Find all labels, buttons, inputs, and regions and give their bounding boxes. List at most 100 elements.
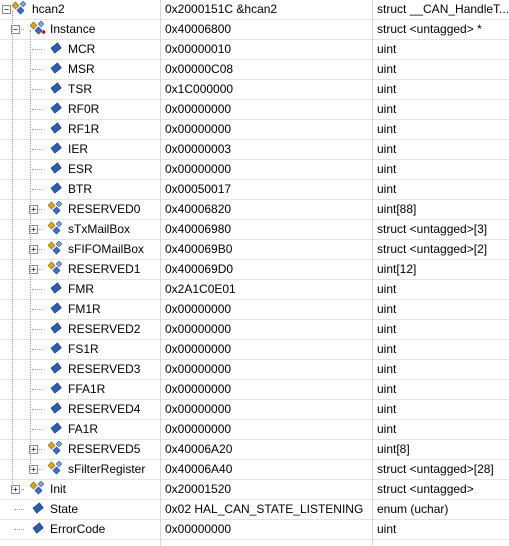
watch-row[interactable]: RESERVED4 0x00000000 uint bbox=[0, 400, 509, 420]
variable-name: TSR bbox=[68, 82, 92, 96]
watch-row[interactable]: − hcan2 0x2000151C &hcan2 struct __CAN_Hand… bbox=[0, 0, 509, 20]
field-icon bbox=[48, 321, 64, 337]
name-cell: + RESERVED0 bbox=[0, 200, 160, 219]
type-cell: uint[12] bbox=[377, 262, 417, 276]
watch-row[interactable]: FA1R 0x00000000 uint bbox=[0, 420, 509, 440]
value-cell[interactable]: 0x00000003 bbox=[161, 140, 372, 159]
struct-icon bbox=[29, 480, 46, 497]
field-icon bbox=[48, 401, 64, 417]
watch-row[interactable]: State 0x02 HAL_CAN_STATE_LISTENING enum (u… bbox=[0, 500, 509, 520]
value-cell[interactable]: 0x00000000 bbox=[161, 320, 372, 339]
variable-name: FM1R bbox=[68, 302, 101, 316]
type-cell: uint bbox=[377, 42, 397, 56]
variable-name: MCR bbox=[68, 42, 96, 56]
value-cell[interactable]: 0x00000010 bbox=[161, 40, 372, 59]
tree-connector bbox=[32, 329, 42, 330]
type-cell: uint bbox=[377, 322, 397, 336]
value-cell[interactable]: 0x20001520 bbox=[161, 480, 372, 499]
value-cell[interactable]: 0x00000000 bbox=[161, 300, 372, 319]
type-cell: uint bbox=[377, 382, 397, 396]
watch-row[interactable]: ESR 0x00000000 uint bbox=[0, 160, 509, 180]
watch-row[interactable]: IER 0x00000003 uint bbox=[0, 140, 509, 160]
type-cell: uint bbox=[377, 182, 397, 196]
struct-icon bbox=[11, 0, 28, 17]
variable-name: MSR bbox=[68, 62, 95, 76]
watch-row[interactable]: + sFIFOMailBox 0x400069B0 struct <untagged>… bbox=[0, 240, 509, 260]
value-cell[interactable]: 0x400069B0 bbox=[161, 240, 372, 259]
value-cell[interactable]: 0x40006A20 bbox=[161, 440, 372, 459]
value-cell[interactable]: 0x00000000 bbox=[161, 380, 372, 399]
variable-name: State bbox=[50, 502, 79, 516]
type-cell: uint bbox=[377, 422, 397, 436]
name-cell: + sFilterRegister bbox=[0, 460, 160, 479]
watch-row[interactable]: + sTxMailBox 0x40006980 struct <untagged>[3… bbox=[0, 220, 509, 240]
value-cell[interactable]: 0x400069D0 bbox=[161, 260, 372, 279]
watch-row[interactable]: FFA1R 0x00000000 uint bbox=[0, 380, 509, 400]
field-icon bbox=[48, 81, 64, 97]
watch-row[interactable]: + RESERVED5 0x40006A20 uint[8] bbox=[0, 440, 509, 460]
column-separator[interactable] bbox=[160, 0, 161, 546]
watch-row[interactable]: MCR 0x00000010 uint bbox=[0, 40, 509, 60]
tree-connector bbox=[32, 89, 42, 90]
variable-name: RESERVED0 bbox=[68, 202, 141, 216]
watch-row[interactable]: FMR 0x2A1C0E01 uint bbox=[0, 280, 509, 300]
value-cell[interactable]: 0x40006820 bbox=[161, 200, 372, 219]
value-cell[interactable]: 0x00000000 bbox=[161, 520, 372, 539]
watch-row[interactable]: RF1R 0x00000000 uint bbox=[0, 120, 509, 140]
value-cell[interactable]: 0x40006800 bbox=[161, 20, 372, 39]
type-cell: uint bbox=[377, 162, 397, 176]
value-cell[interactable]: 0x00000000 bbox=[161, 400, 372, 419]
watch-row[interactable]: ErrorCode 0x00000000 uint bbox=[0, 520, 509, 540]
watch-row[interactable]: + sFilterRegister 0x40006A40 struct <untagg… bbox=[0, 460, 509, 480]
value-cell[interactable]: 0x02 HAL_CAN_STATE_LISTENING bbox=[161, 500, 372, 519]
watch-row[interactable]: RESERVED3 0x00000000 uint bbox=[0, 360, 509, 380]
name-cell: ESR bbox=[0, 160, 160, 179]
value-cell[interactable]: 0x1C000000 bbox=[161, 80, 372, 99]
watch-row[interactable]: MSR 0x00000C08 uint bbox=[0, 60, 509, 80]
collapse-toggle[interactable]: − bbox=[2, 5, 11, 14]
variable-name: Init bbox=[50, 482, 67, 496]
column-separator[interactable] bbox=[372, 0, 373, 546]
watch-row[interactable]: RESERVED2 0x00000000 uint bbox=[0, 320, 509, 340]
variable-name: RESERVED4 bbox=[68, 402, 141, 416]
value-cell[interactable]: 0x00000000 bbox=[161, 120, 372, 139]
tree-connector bbox=[14, 509, 24, 510]
type-cell: uint bbox=[377, 142, 397, 156]
watch-row[interactable]: + RESERVED0 0x40006820 uint[88] bbox=[0, 200, 509, 220]
name-cell: IER bbox=[0, 140, 160, 159]
value-cell[interactable]: 0x40006980 bbox=[161, 220, 372, 239]
tree-connector bbox=[32, 389, 42, 390]
field-icon bbox=[48, 301, 64, 317]
watch-row[interactable]: BTR 0x00050017 uint bbox=[0, 180, 509, 200]
value-cell[interactable]: 0x00000000 bbox=[161, 340, 372, 359]
watch-row[interactable]: − Instance 0x40006800 struct <untagged> * bbox=[0, 20, 509, 40]
value-cell[interactable]: 0x2A1C0E01 bbox=[161, 280, 372, 299]
struct-icon bbox=[47, 260, 64, 277]
watch-row[interactable]: FM1R 0x00000000 uint bbox=[0, 300, 509, 320]
struct-icon bbox=[47, 240, 64, 257]
watch-row[interactable]: + RESERVED1 0x400069D0 uint[12] bbox=[0, 260, 509, 280]
variable-name: RF1R bbox=[68, 122, 100, 136]
value-cell[interactable]: 0x00000000 bbox=[161, 160, 372, 179]
type-cell: struct <untagged>[2] bbox=[377, 242, 488, 256]
watch-row[interactable]: RF0R 0x00000000 uint bbox=[0, 100, 509, 120]
value-cell[interactable]: 0x40006A40 bbox=[161, 460, 372, 479]
field-icon bbox=[48, 361, 64, 377]
struct-icon bbox=[47, 460, 64, 477]
name-cell: − Instance bbox=[0, 20, 160, 39]
value-cell[interactable]: 0x00050017 bbox=[161, 180, 372, 199]
struct-icon bbox=[47, 220, 64, 237]
tree-guide-line bbox=[12, 10, 13, 490]
type-cell: enum (uchar) bbox=[377, 502, 449, 516]
field-icon bbox=[48, 381, 64, 397]
watch-row[interactable]: FS1R 0x00000000 uint bbox=[0, 340, 509, 360]
value-cell[interactable]: 0x00000000 bbox=[161, 360, 372, 379]
field-icon bbox=[48, 281, 64, 297]
value-cell[interactable]: 0x00000000 bbox=[161, 100, 372, 119]
value-cell[interactable]: 0x00000C08 bbox=[161, 60, 372, 79]
watch-row[interactable]: + Init 0x20001520 struct <untagged> bbox=[0, 480, 509, 500]
value-cell[interactable]: 0x00000000 bbox=[161, 420, 372, 439]
watch-row[interactable]: TSR 0x1C000000 uint bbox=[0, 80, 509, 100]
name-cell: FM1R bbox=[0, 300, 160, 319]
value-cell[interactable]: 0x2000151C &hcan2 bbox=[161, 0, 372, 19]
